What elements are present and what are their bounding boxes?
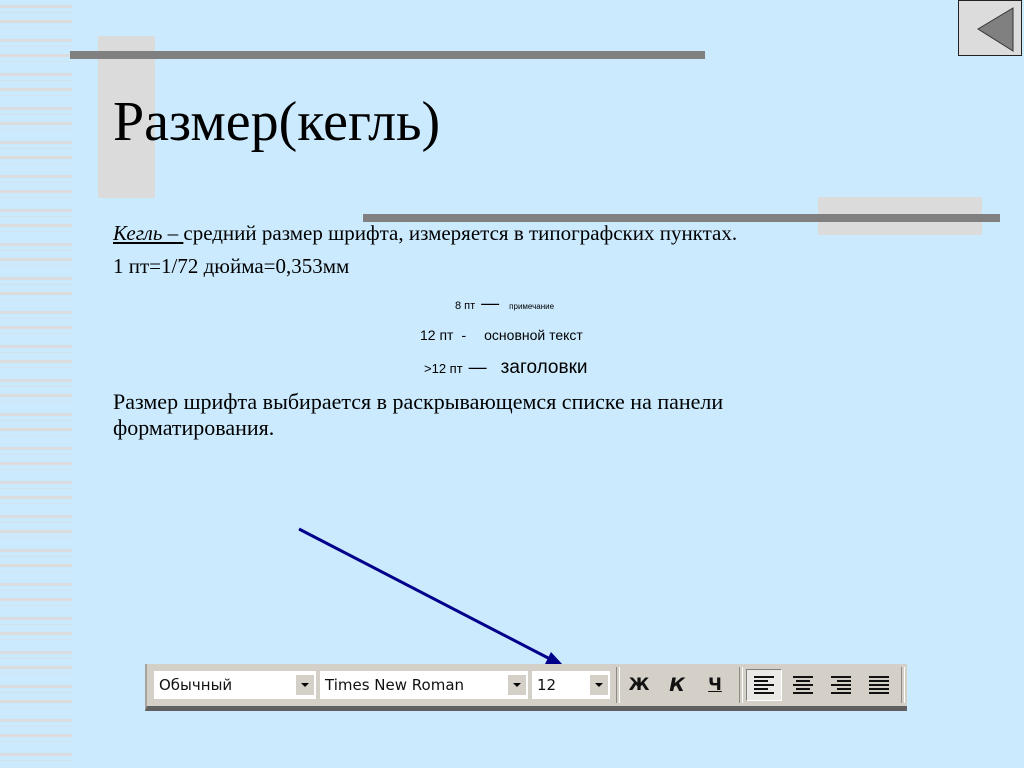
size-dash: — <box>481 293 500 313</box>
definition-paragraph: Кегль – средний размер шрифта, измеряетс… <box>113 220 737 247</box>
definition-text: средний размер шрифта, измеряется в типо… <box>183 221 738 245</box>
align-left-button[interactable] <box>746 669 782 701</box>
align-justify-icon <box>869 676 889 694</box>
size-description: примечание <box>509 302 555 311</box>
size-value: 12 пт <box>420 327 454 343</box>
style-select[interactable]: Обычный <box>154 671 316 699</box>
italic-button[interactable]: К <box>662 670 692 700</box>
size-dash: - <box>461 327 467 343</box>
underline-icon: Ч <box>708 675 722 695</box>
size-description: основной текст <box>484 327 583 343</box>
formatting-toolbar: Обычный Times New Roman 12 Ж К Ч <box>145 664 907 711</box>
italic-icon: К <box>669 674 685 696</box>
align-right-icon <box>831 676 851 694</box>
size-value: 8 пт <box>455 300 476 312</box>
chevron-down-icon <box>513 683 521 687</box>
font-select[interactable]: Times New Roman <box>320 671 528 699</box>
conversion-text: 1 пт=1/72 дюйма=0,353мм <box>113 254 350 278</box>
align-center-icon <box>793 676 813 694</box>
font-size-select[interactable]: 12 <box>532 671 610 699</box>
slide-title: Размер(кегль) <box>113 91 441 153</box>
style-dropdown-button[interactable] <box>296 675 314 695</box>
toolbar-separator <box>616 667 620 703</box>
decorative-stripes <box>0 0 72 768</box>
size-row: 8 пт — примечание <box>455 293 554 314</box>
definition-term: Кегль – <box>113 221 184 245</box>
style-value: Обычный <box>159 676 233 694</box>
font-size-dropdown-button[interactable] <box>590 675 608 695</box>
size-row: >12 пт — заголовки <box>424 357 588 379</box>
font-value: Times New Roman <box>325 676 465 694</box>
title-rule <box>70 51 705 59</box>
underline-button[interactable]: Ч <box>700 670 730 700</box>
align-left-icon <box>754 676 774 694</box>
size-value: >12 пт <box>424 361 463 376</box>
font-dropdown-button[interactable] <box>508 675 526 695</box>
size-row: 12 пт - основной текст <box>420 327 583 343</box>
align-justify-button[interactable] <box>862 670 896 700</box>
size-description: заголовки <box>500 357 588 378</box>
size-dash: — <box>468 357 487 377</box>
align-center-button[interactable] <box>786 670 820 700</box>
bold-button[interactable]: Ж <box>624 670 654 700</box>
note-paragraph: Размер шрифта выбирается в раскрывающемс… <box>113 389 724 440</box>
align-right-button[interactable] <box>824 670 858 700</box>
back-button[interactable] <box>958 0 1022 56</box>
triangle-left-icon <box>977 7 1014 52</box>
chevron-down-icon <box>595 683 603 687</box>
font-size-value: 12 <box>537 676 557 694</box>
chevron-down-icon <box>301 683 309 687</box>
toolbar-separator <box>739 667 743 703</box>
bold-icon: Ж <box>628 675 650 695</box>
toolbar-separator <box>901 667 905 703</box>
